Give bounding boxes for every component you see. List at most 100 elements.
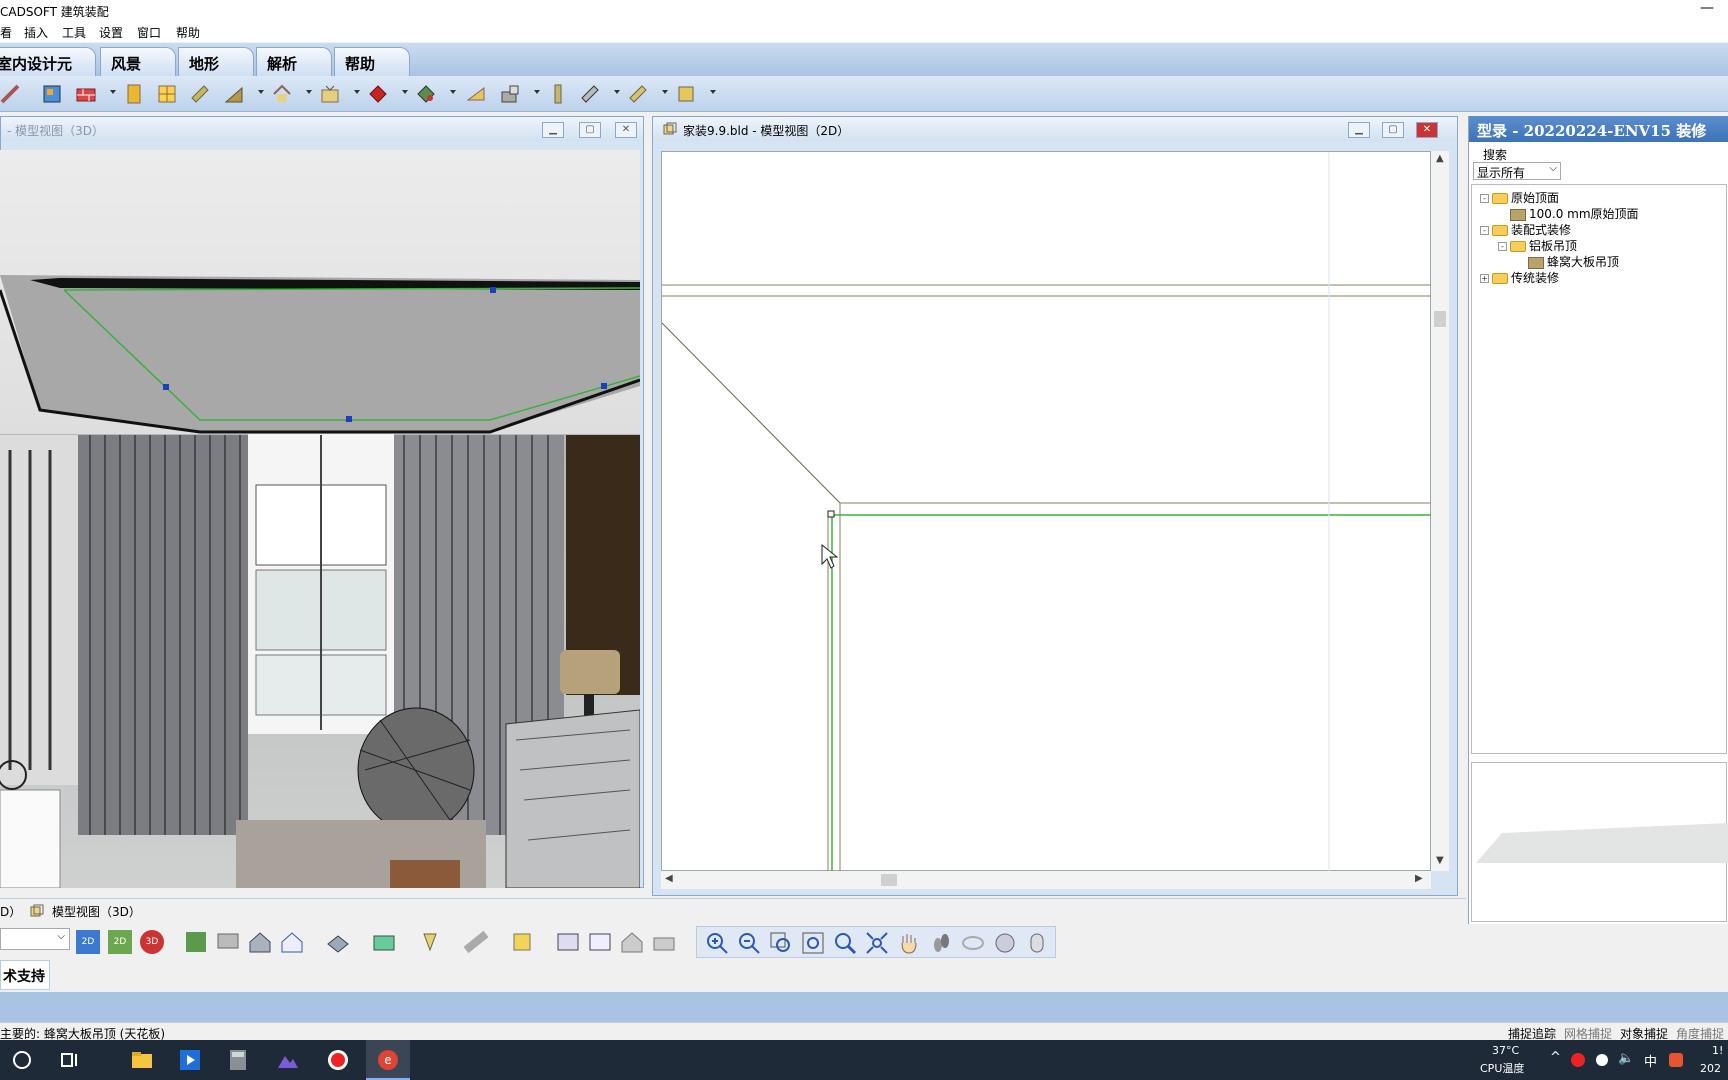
calculator-icon[interactable] xyxy=(226,1048,250,1072)
minimize-2d-button[interactable]: ▁ xyxy=(1348,122,1370,138)
wall-dropdown-arrow[interactable] xyxy=(110,90,116,94)
window-tool-icon[interactable] xyxy=(42,84,62,104)
tree-node-aluminum-ceiling[interactable]: - 铝板吊顶 xyxy=(1498,237,1577,254)
wall-tool-icon[interactable] xyxy=(76,84,96,104)
menu-tools[interactable]: 工具 xyxy=(62,24,86,41)
hidden-icon[interactable] xyxy=(588,930,612,954)
tree-node-assembled-decoration[interactable]: - 装配式装修 xyxy=(1480,221,1571,238)
layer-dropdown-arrow[interactable] xyxy=(710,90,716,94)
edit-tool-icon[interactable] xyxy=(628,84,648,104)
home-view-icon[interactable] xyxy=(620,930,644,954)
vertical-scroll-thumb[interactable] xyxy=(1434,311,1446,327)
filter-select[interactable]: 显示所有 ⌵ xyxy=(1473,162,1561,180)
menu-settings[interactable]: 设置 xyxy=(99,24,123,41)
maximize-view-button[interactable]: ▢ xyxy=(579,122,601,138)
collapse-icon[interactable]: - xyxy=(1480,226,1489,235)
tab-landscape[interactable]: 风景 xyxy=(100,47,176,76)
house-icon[interactable] xyxy=(248,930,272,954)
room-tool-icon[interactable] xyxy=(320,84,340,104)
walk-icon[interactable] xyxy=(929,931,953,955)
zoom-extents-icon[interactable] xyxy=(801,931,825,955)
search-circle-icon[interactable] xyxy=(10,1048,34,1072)
maximize-2d-button[interactable]: ▢ xyxy=(1382,122,1404,138)
view-tab-3d[interactable]: 模型视图（3D） xyxy=(52,903,141,920)
pan-hand-icon[interactable] xyxy=(897,931,921,955)
layers-icon[interactable] xyxy=(326,930,350,954)
roof-dropdown-arrow[interactable] xyxy=(306,90,312,94)
volume-icon[interactable]: 🔈 xyxy=(1618,1051,1634,1066)
tab-interior-elements[interactable]: 室内设计元件 xyxy=(0,47,96,94)
pillar-tool-icon[interactable] xyxy=(548,84,568,104)
view-3d-button[interactable]: 3D xyxy=(140,930,164,954)
drawing-canvas-2d[interactable] xyxy=(661,151,1432,872)
view-2d-button[interactable]: 2D xyxy=(76,930,100,954)
media-player-icon[interactable] xyxy=(178,1048,202,1072)
tray-record-icon[interactable] xyxy=(1570,1052,1586,1068)
cut-dropdown-arrow[interactable] xyxy=(614,90,620,94)
collapse-icon[interactable]: - xyxy=(1480,194,1489,203)
tree-node-traditional-decoration[interactable]: + 传统装修 xyxy=(1480,269,1559,286)
menu-window[interactable]: 窗口 xyxy=(137,24,161,41)
grid-window-icon[interactable] xyxy=(157,84,177,104)
camera-icon[interactable] xyxy=(372,930,396,954)
expand-icon[interactable]: + xyxy=(1480,274,1489,283)
collapse-icon[interactable]: - xyxy=(1498,242,1507,251)
horizontal-scroll-thumb[interactable] xyxy=(881,874,897,886)
tray-qq-icon[interactable] xyxy=(1594,1052,1610,1068)
tray-chevron-icon[interactable]: ^ xyxy=(1550,1050,1561,1065)
cadsoft-app-icon[interactable]: e xyxy=(376,1048,400,1072)
zoom-all-icon[interactable] xyxy=(865,931,889,955)
stair-tool-icon[interactable] xyxy=(0,84,20,104)
file-explorer-icon[interactable] xyxy=(130,1048,154,1072)
zoom-in-icon[interactable] xyxy=(705,931,729,955)
tree-node-original-ceiling[interactable]: - 原始顶面 xyxy=(1480,189,1559,206)
light-icon[interactable] xyxy=(418,930,442,954)
vertical-scrollbar[interactable]: ▲ ▼ xyxy=(1431,151,1449,871)
task-view-icon[interactable] xyxy=(58,1048,82,1072)
record-icon[interactable] xyxy=(326,1048,350,1072)
sogou-ime-icon[interactable] xyxy=(1668,1052,1684,1068)
view-tab-partial[interactable]: D） xyxy=(0,903,21,920)
menu-help[interactable]: 帮助 xyxy=(176,24,200,41)
tech-support-tab[interactable]: 术支持 xyxy=(0,960,50,990)
column-grid-icon[interactable] xyxy=(500,84,520,104)
house-outline-icon[interactable] xyxy=(280,930,304,954)
camera-view-icon[interactable] xyxy=(993,931,1017,955)
zoom-out-icon[interactable] xyxy=(737,931,761,955)
paint-tool-icon[interactable] xyxy=(416,84,436,104)
visible-icon[interactable] xyxy=(556,930,580,954)
cut-tool-icon[interactable] xyxy=(580,84,600,104)
house-tool-icon[interactable] xyxy=(368,84,388,104)
view-2d-plus-button[interactable]: 2D xyxy=(108,930,132,954)
horizontal-scrollbar[interactable]: ◀ ▶ xyxy=(661,871,1431,889)
room-dropdown-arrow[interactable] xyxy=(354,90,360,94)
ramp-dropdown-arrow[interactable] xyxy=(258,90,264,94)
door-tool-icon[interactable] xyxy=(124,84,144,104)
paint-dropdown-arrow[interactable] xyxy=(450,90,456,94)
floor-tool-icon[interactable] xyxy=(184,930,208,954)
layer-tool-icon[interactable] xyxy=(676,84,696,104)
tab-analysis[interactable]: 解析 xyxy=(256,47,332,76)
photos-icon[interactable] xyxy=(276,1048,300,1072)
beam-tool-icon[interactable] xyxy=(190,84,210,104)
minimize-view-button[interactable]: ▁ xyxy=(542,122,564,138)
export-icon[interactable] xyxy=(652,930,676,954)
menu-view[interactable]: 看 xyxy=(0,24,12,41)
view-select[interactable]: ⌵ xyxy=(0,928,70,950)
close-2d-button[interactable]: ✕ xyxy=(1416,122,1438,138)
tab-terrain[interactable]: 地形 xyxy=(178,47,254,76)
edit-dropdown-arrow[interactable] xyxy=(662,90,668,94)
orbit-icon[interactable] xyxy=(961,931,985,955)
close-view-button[interactable]: ✕ xyxy=(615,122,637,138)
presentation-icon[interactable] xyxy=(216,930,240,954)
minimize-button[interactable]: — xyxy=(1700,0,1714,16)
tree-leaf-honeycomb-ceiling[interactable]: 蜂窝大板吊顶 xyxy=(1528,253,1619,270)
zoom-window-icon[interactable] xyxy=(769,931,793,955)
menu-insert[interactable]: 插入 xyxy=(24,24,48,41)
ime-indicator[interactable]: 中 xyxy=(1644,1051,1657,1070)
tree-leaf-100mm-ceiling[interactable]: 100.0 mm原始顶面 xyxy=(1510,205,1639,222)
column-dropdown-arrow[interactable] xyxy=(534,90,540,94)
box-icon[interactable] xyxy=(510,930,534,954)
grid-pattern-icon[interactable] xyxy=(464,930,488,954)
mouse-icon[interactable] xyxy=(1025,931,1049,955)
